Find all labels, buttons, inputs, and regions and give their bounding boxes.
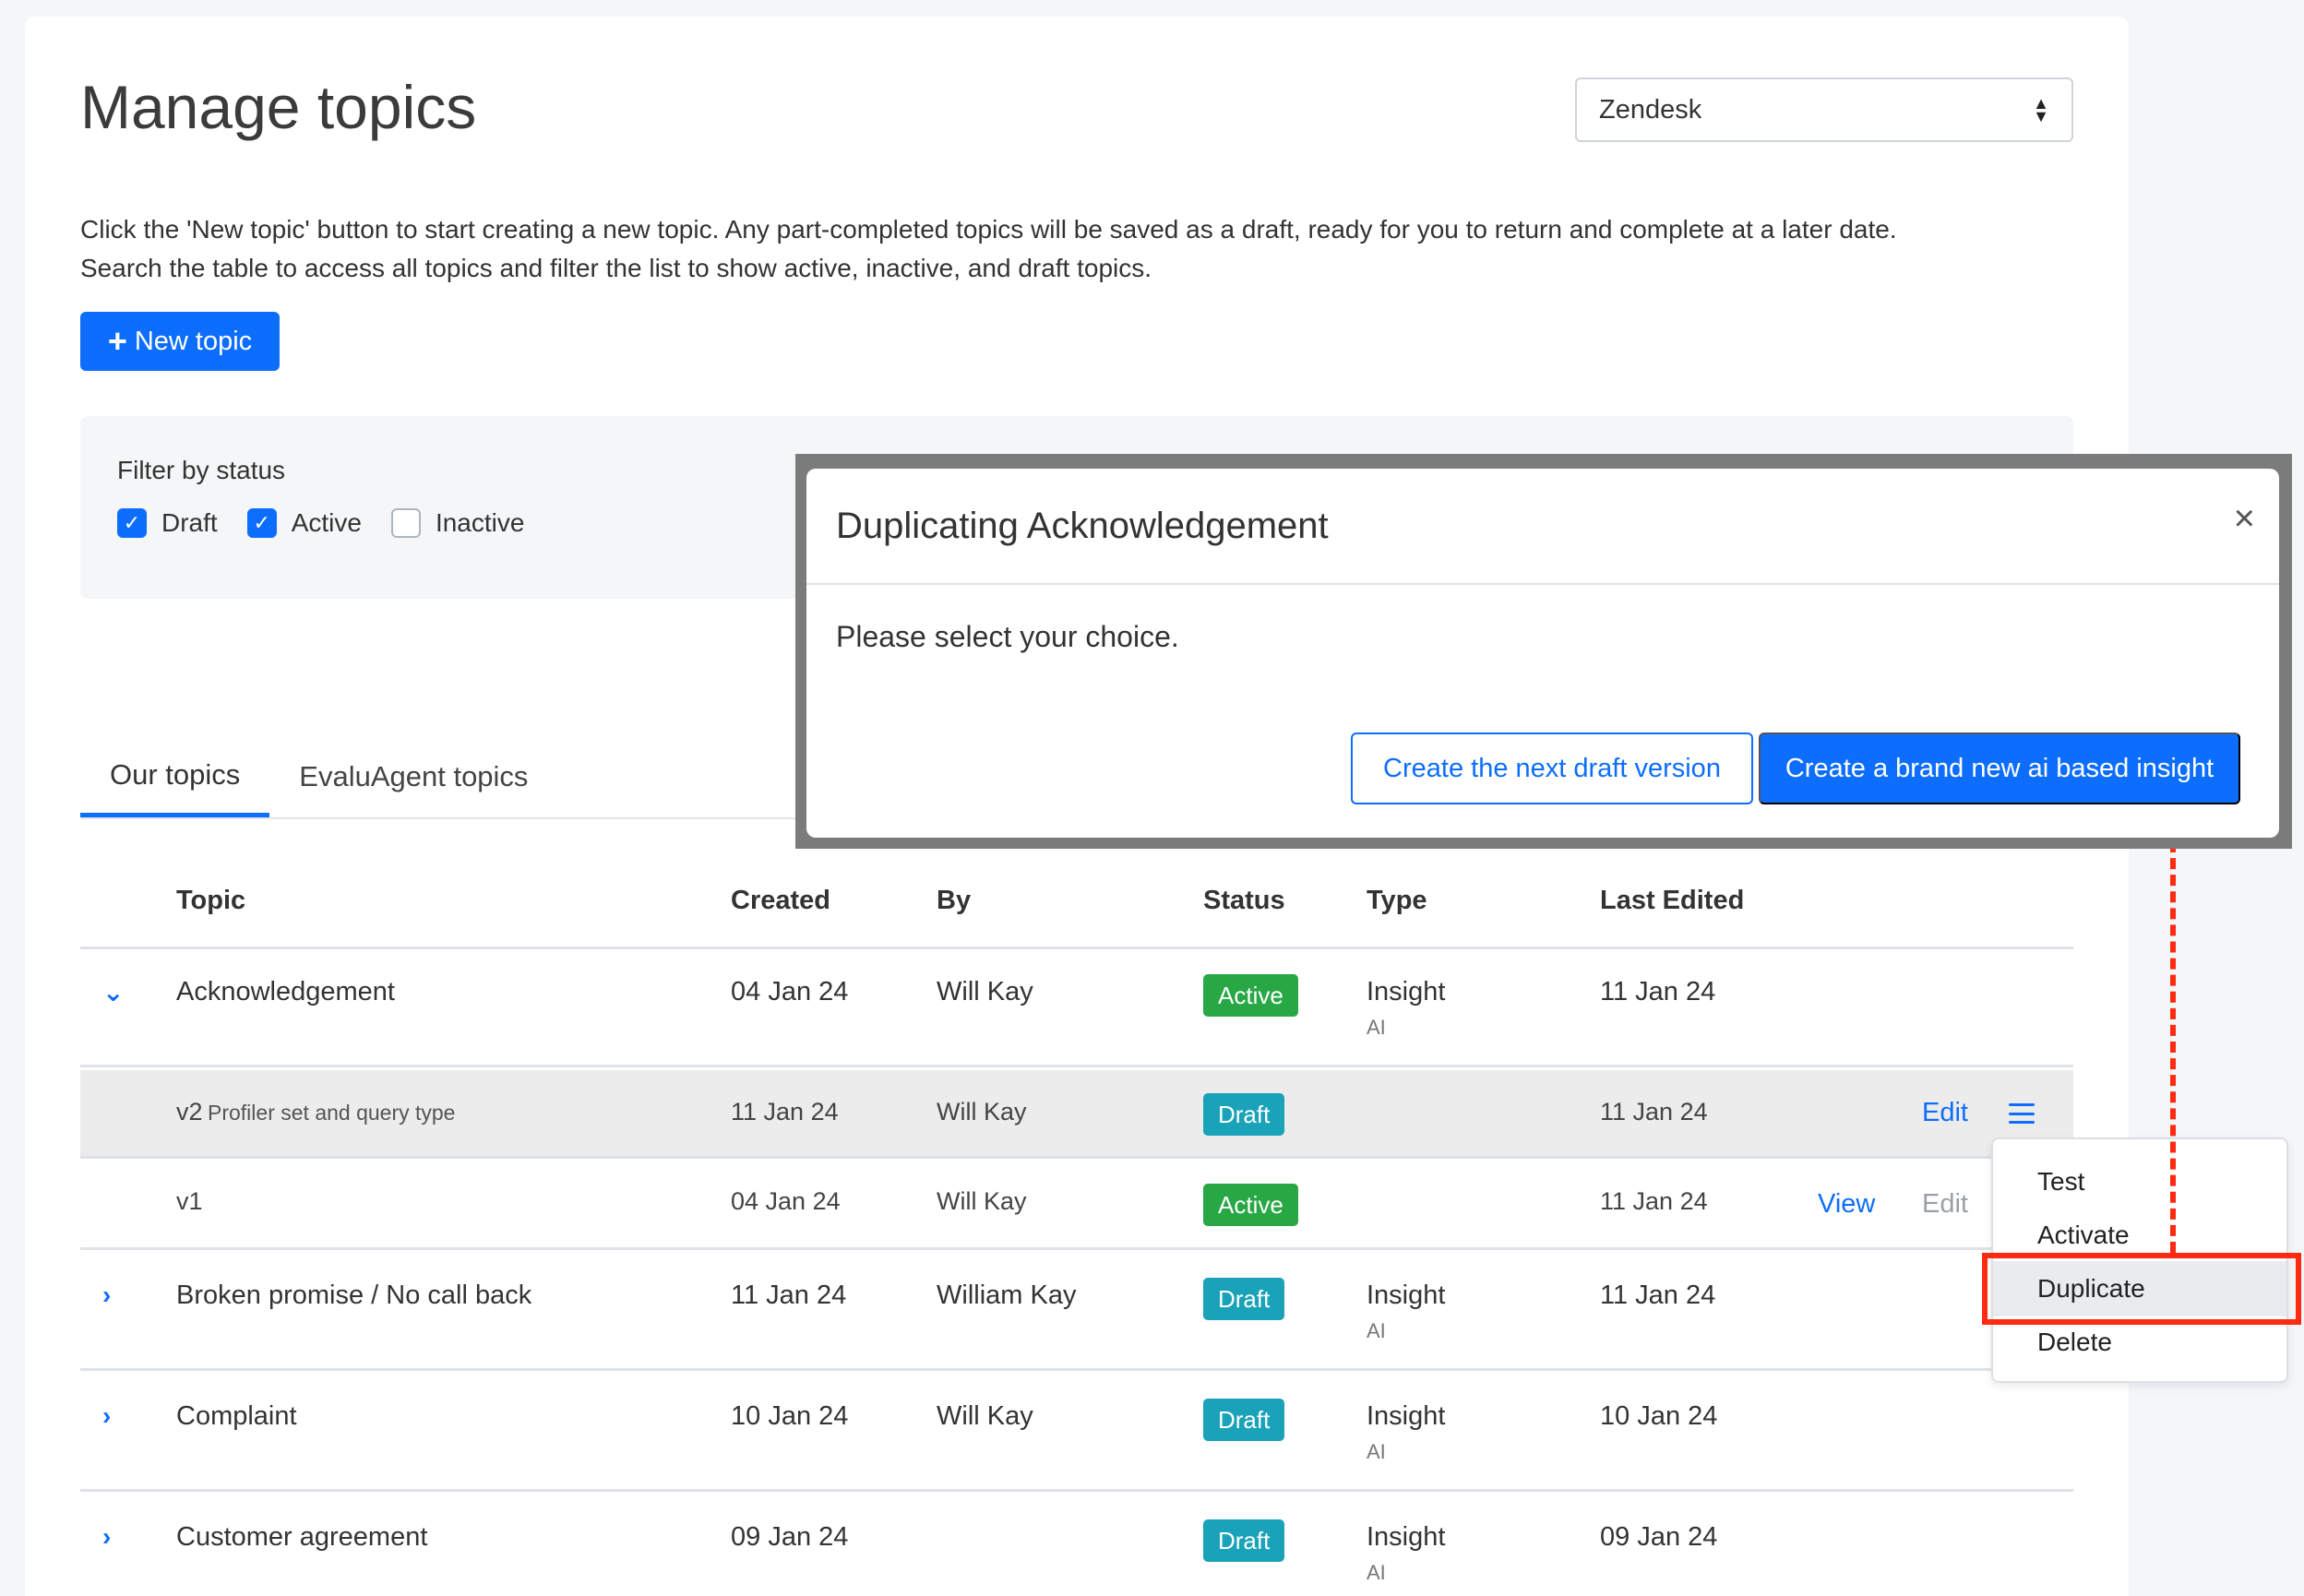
- topic-type-sub: AI: [1367, 1319, 1386, 1342]
- col-header-by[interactable]: By: [937, 886, 971, 916]
- create-new-insight-button[interactable]: Create a brand new ai based insight: [1759, 732, 2240, 804]
- last-edited-date: 11 Jan 24: [1600, 1187, 1708, 1215]
- status-badge: Draft: [1203, 1093, 1285, 1136]
- created-date: 10 Jan 24: [731, 1401, 849, 1431]
- topic-name[interactable]: Acknowledgement: [176, 977, 395, 1007]
- chevron-right-icon[interactable]: ›: [102, 1280, 111, 1310]
- source-select-value: Zendesk: [1599, 94, 1702, 125]
- menu-item-delete[interactable]: Delete: [2037, 1328, 2112, 1357]
- topic-name[interactable]: Customer agreement: [176, 1522, 427, 1553]
- status-badge: Active: [1203, 1184, 1298, 1226]
- intro-text: Click the 'New topic' button to start cr…: [80, 210, 2092, 288]
- new-topic-button[interactable]: + New topic: [80, 312, 280, 371]
- menu-item-test[interactable]: Test: [2037, 1167, 2084, 1197]
- edit-link[interactable]: Edit: [1922, 1098, 1968, 1128]
- filter-draft-label: Draft: [161, 508, 218, 537]
- topic-tabs: Our topics EvaluAgent topics: [80, 736, 818, 819]
- last-edited-date: 11 Jan 24: [1600, 1280, 1716, 1310]
- created-date: 04 Jan 24: [731, 977, 849, 1006]
- checkbox-checked-icon[interactable]: ✓: [246, 508, 277, 538]
- duplicate-modal: Duplicating Acknowledgement × Please sel…: [806, 469, 2279, 838]
- version-row[interactable]: v2 Profiler set and query type 11 Jan 24…: [80, 1070, 2073, 1159]
- tab-our-topics[interactable]: Our topics: [80, 736, 270, 817]
- checkbox-checked-icon[interactable]: ✓: [117, 508, 147, 538]
- topic-name[interactable]: Broken promise / No call back: [176, 1280, 531, 1311]
- topic-type: Insight: [1367, 1280, 1446, 1310]
- last-edited-date: 09 Jan 24: [1600, 1522, 1718, 1552]
- col-header-topic[interactable]: Topic: [176, 886, 245, 916]
- topic-type: Insight: [1367, 1522, 1446, 1552]
- close-icon[interactable]: ×: [2234, 500, 2255, 537]
- status-badge: Draft: [1203, 1399, 1285, 1441]
- hamburger-menu-icon[interactable]: [2009, 1103, 2035, 1124]
- chevron-right-icon[interactable]: ›: [102, 1401, 111, 1431]
- intro-line-2: Search the table to access all topics an…: [80, 254, 1152, 282]
- plus-icon: +: [107, 322, 127, 360]
- version-number: v2: [176, 1098, 203, 1126]
- filter-draft-checkbox[interactable]: ✓ Draft: [117, 508, 218, 538]
- version-number: v1: [176, 1187, 203, 1215]
- table-row[interactable]: › Broken promise / No call back 11 Jan 2…: [80, 1253, 2073, 1371]
- col-header-type[interactable]: Type: [1367, 886, 1427, 916]
- last-edited-date: 10 Jan 24: [1600, 1401, 1718, 1431]
- version-name: Profiler set and query type: [208, 1101, 456, 1125]
- chevron-down-icon[interactable]: ⌄: [102, 977, 124, 1007]
- created-by: William Kay: [937, 1280, 1077, 1310]
- created-by: Will Kay: [937, 1401, 1033, 1431]
- col-header-created[interactable]: Created: [731, 886, 830, 916]
- table-row[interactable]: › Customer agreement 09 Jan 24 Draft Ins…: [80, 1495, 2073, 1596]
- create-next-draft-button[interactable]: Create the next draft version: [1351, 732, 1753, 804]
- menu-item-activate[interactable]: Activate: [2037, 1221, 2130, 1250]
- last-edited-date: 11 Jan 24: [1600, 977, 1716, 1006]
- created-by: Will Kay: [937, 1098, 1027, 1126]
- created-date: 09 Jan 24: [731, 1522, 849, 1552]
- status-badge: Draft: [1203, 1519, 1285, 1562]
- table-row[interactable]: ⌄ Acknowledgement 04 Jan 24 Will Kay Act…: [80, 949, 2073, 1067]
- status-badge: Draft: [1203, 1278, 1285, 1320]
- annotation-dashed-line: [2170, 841, 2176, 1253]
- col-header-last-edited[interactable]: Last Edited: [1600, 886, 1744, 916]
- new-topic-label: New topic: [134, 326, 253, 356]
- created-date: 04 Jan 24: [731, 1187, 841, 1215]
- created-date: 11 Jan 24: [731, 1280, 847, 1310]
- created-by: Will Kay: [937, 977, 1033, 1006]
- chevron-right-icon[interactable]: ›: [102, 1522, 111, 1552]
- topic-type-sub: AI: [1367, 1016, 1386, 1039]
- topic-type: Insight: [1367, 977, 1446, 1006]
- created-date: 11 Jan 24: [731, 1098, 839, 1126]
- annotation-highlight-box: [1982, 1253, 2301, 1325]
- last-edited-date: 11 Jan 24: [1600, 1098, 1708, 1126]
- source-select[interactable]: Zendesk ▲ ▼: [1575, 77, 2073, 142]
- filter-inactive-checkbox[interactable]: Inactive: [390, 508, 525, 538]
- version-row[interactable]: v1 04 Jan 24 Will Kay Active 11 Jan 24 V…: [80, 1161, 2073, 1250]
- filter-label: Filter by status: [117, 456, 286, 484]
- select-arrows-icon: ▲ ▼: [2033, 94, 2049, 125]
- col-header-status[interactable]: Status: [1203, 886, 1285, 916]
- tab-evaluagent-topics[interactable]: EvaluAgent topics: [269, 736, 557, 817]
- filter-active-label: Active: [291, 508, 362, 537]
- modal-divider: [806, 583, 2279, 585]
- status-badge: Active: [1203, 974, 1298, 1017]
- created-by: Will Kay: [937, 1187, 1027, 1215]
- page-title: Manage topics: [80, 73, 477, 141]
- intro-line-1: Click the 'New topic' button to start cr…: [80, 215, 1897, 244]
- modal-body-text: Please select your choice.: [836, 620, 1179, 653]
- topic-name[interactable]: Complaint: [176, 1401, 297, 1432]
- checkbox-unchecked-icon[interactable]: [390, 508, 421, 538]
- filter-active-checkbox[interactable]: ✓ Active: [246, 508, 362, 538]
- topic-type-sub: AI: [1367, 1440, 1386, 1463]
- view-link[interactable]: View: [1818, 1189, 1875, 1220]
- modal-title: Duplicating Acknowledgement: [836, 506, 1329, 546]
- filter-inactive-label: Inactive: [435, 508, 525, 537]
- edit-link-disabled: Edit: [1922, 1189, 1968, 1219]
- table-row[interactable]: › Complaint 10 Jan 24 Will Kay Draft Ins…: [80, 1374, 2073, 1492]
- topic-type: Insight: [1367, 1401, 1446, 1431]
- topic-type-sub: AI: [1367, 1561, 1386, 1584]
